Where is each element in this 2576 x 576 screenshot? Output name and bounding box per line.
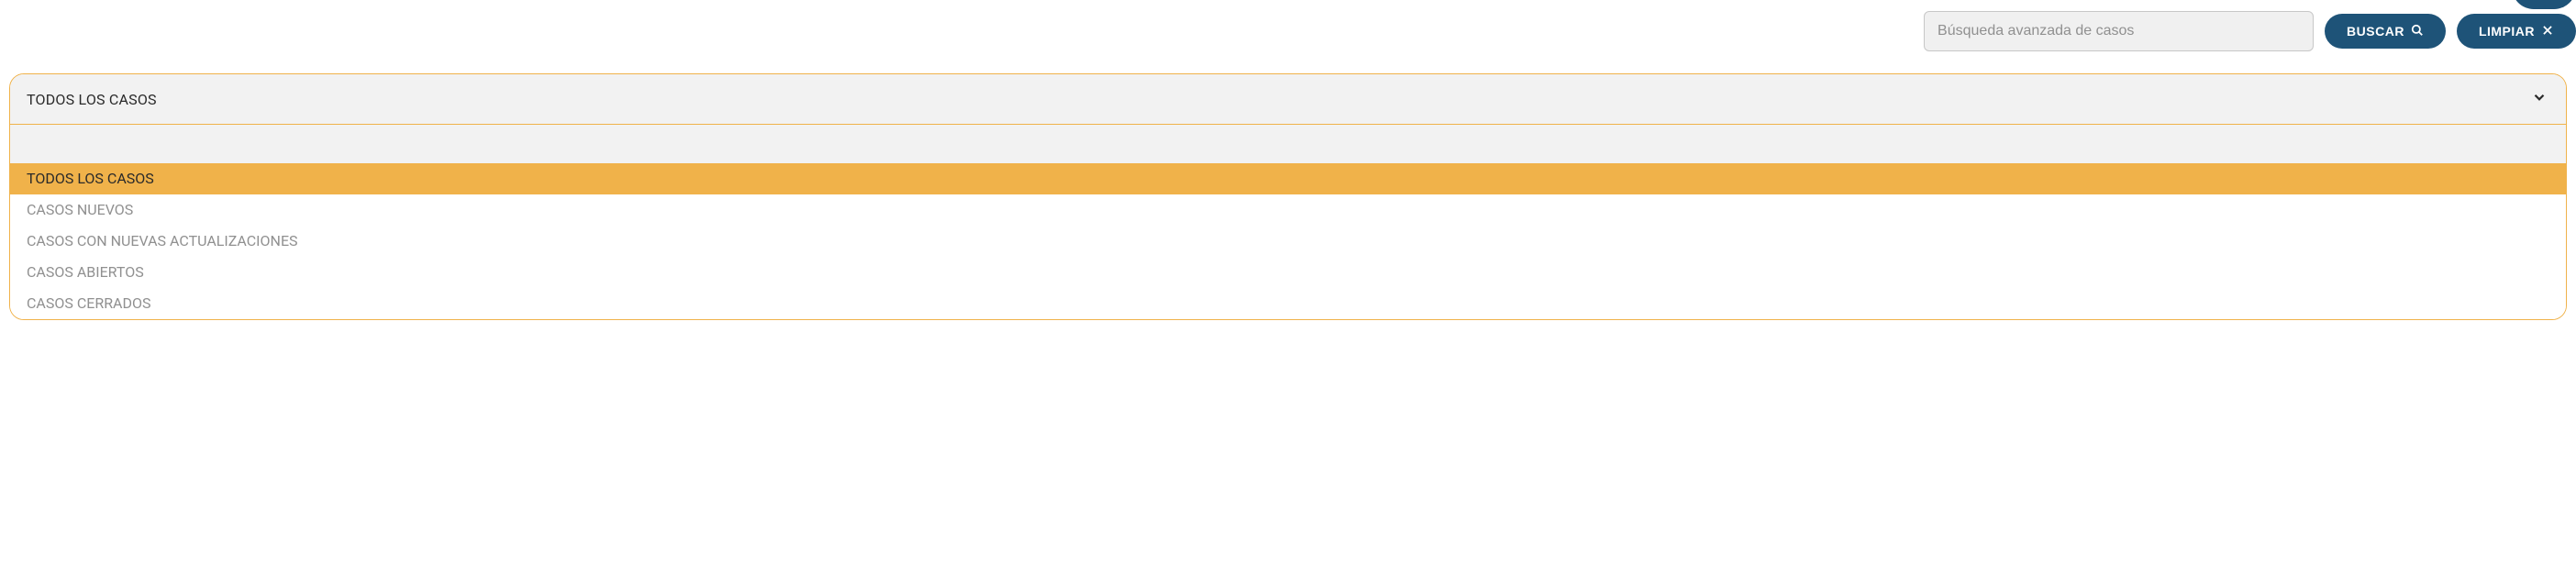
dropdown-filter-input[interactable] [10,125,2566,163]
dropdown-option-label: CASOS CERRADOS [27,294,151,312]
dropdown-current-label: TODOS LOS CASOS [27,91,157,108]
dropdown-filter-row [10,124,2566,163]
partial-button-top[interactable] [2512,0,2576,9]
dropdown-option[interactable]: CASOS CON NUEVAS ACTUALIZACIONES [10,226,2566,257]
case-filter-dropdown: TODOS LOS CASOS TODOS LOS CASOS CASOS NU… [9,73,2567,320]
chevron-down-icon [2531,89,2548,109]
dropdown-option[interactable]: TODOS LOS CASOS [10,163,2566,194]
dropdown-option-label: CASOS ABIERTOS [27,263,144,281]
dropdown-option-label: TODOS LOS CASOS [27,170,154,187]
close-icon [2541,24,2554,39]
dropdown-option-label: CASOS CON NUEVAS ACTUALIZACIONES [27,232,298,249]
dropdown-option-label: CASOS NUEVOS [27,201,133,218]
search-button-label: BUSCAR [2347,24,2404,39]
advanced-search-input[interactable] [1924,11,2314,51]
dropdown-option[interactable]: CASOS ABIERTOS [10,257,2566,288]
search-button[interactable]: BUSCAR [2325,14,2446,49]
dropdown-options-list: TODOS LOS CASOS CASOS NUEVOS CASOS CON N… [10,163,2566,319]
dropdown-option[interactable]: CASOS CERRADOS [10,288,2566,319]
search-icon [2411,24,2424,39]
clear-button[interactable]: LIMPIAR [2457,14,2576,49]
dropdown-toggle[interactable]: TODOS LOS CASOS [10,74,2566,124]
dropdown-option[interactable]: CASOS NUEVOS [10,194,2566,226]
clear-button-label: LIMPIAR [2479,24,2535,39]
